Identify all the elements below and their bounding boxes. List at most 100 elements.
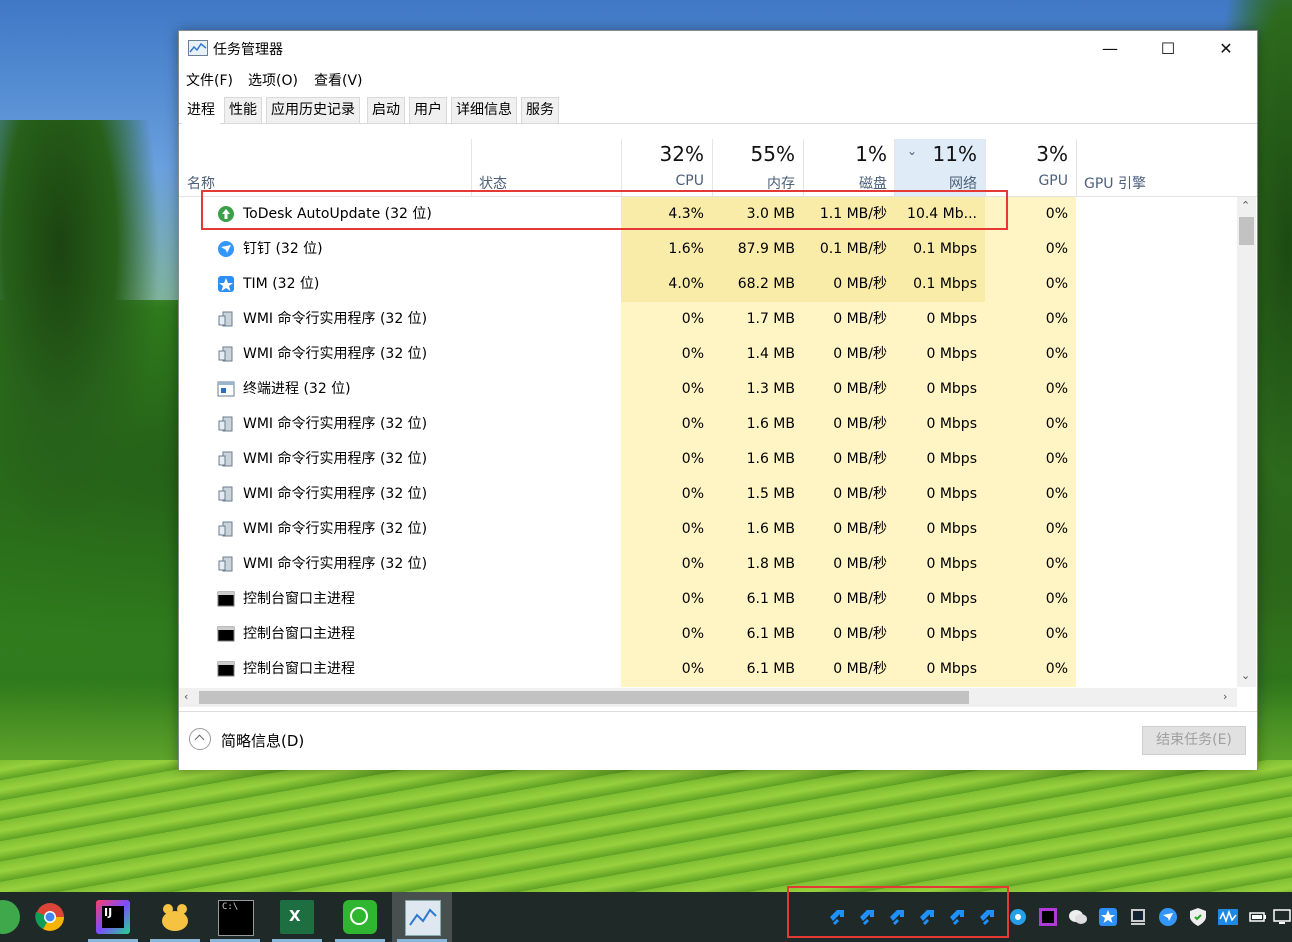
- horizontal-scroll-thumb[interactable]: [199, 691, 969, 704]
- disk-value: 0 MB/秒: [833, 416, 887, 432]
- chat-bubble-icon[interactable]: [1008, 907, 1028, 927]
- network-value: 0 Mbps: [926, 311, 977, 327]
- minimize-button[interactable]: —: [1081, 31, 1139, 65]
- disk-value: 0 MB/秒: [833, 591, 887, 607]
- gpu-total-percent[interactable]: 3%: [991, 142, 1068, 166]
- todesk-tray-icon[interactable]: [887, 907, 907, 927]
- brief-info-link[interactable]: 简略信息(D): [221, 730, 304, 751]
- gpu-value: 0%: [1045, 591, 1068, 607]
- process-name: WMI 命令行实用程序 (32 位): [243, 451, 428, 467]
- battery-icon[interactable]: [1248, 907, 1268, 927]
- tab-startup[interactable]: 启动: [367, 97, 405, 123]
- excel-icon[interactable]: X: [280, 900, 314, 934]
- todesk-tray-icon[interactable]: [827, 907, 847, 927]
- chrome-icon[interactable]: [33, 900, 67, 934]
- todesk-tray-icon[interactable]: [857, 907, 877, 927]
- table-header: ⌄ 名称 状态 32% CPU 55% 内存 1% 磁盘 11% 网络 3% G…: [179, 139, 1257, 197]
- tab-services[interactable]: 服务: [521, 97, 559, 123]
- security-shield-icon[interactable]: [1188, 907, 1208, 927]
- process-name: WMI 命令行实用程序 (32 位): [243, 346, 428, 362]
- memory-total-percent[interactable]: 55%: [719, 142, 795, 166]
- vertical-scrollbar[interactable]: [1237, 197, 1256, 687]
- dingtalk-icon: [217, 240, 235, 258]
- scroll-left-arrow-icon[interactable]: ‹: [184, 690, 188, 703]
- terminal-process-icon: [217, 380, 235, 398]
- process-name: 控制台窗口主进程: [243, 626, 355, 642]
- cpu-total-percent[interactable]: 32%: [629, 142, 704, 166]
- cpu-value: 0%: [681, 661, 704, 677]
- scroll-right-arrow-icon[interactable]: ›: [1223, 690, 1227, 703]
- table-row[interactable]: TIM (32 位) 4.0% 68.2 MB 0 MB/秒 0.1 Mbps 0%: [179, 267, 1237, 302]
- memory-value: 1.6 MB: [746, 416, 795, 432]
- scroll-up-arrow-icon[interactable]: ⌃: [1241, 199, 1250, 212]
- memory-value: 6.1 MB: [746, 661, 795, 677]
- tab-performance[interactable]: 性能: [224, 97, 262, 123]
- cpu-value: 0%: [681, 591, 704, 607]
- table-row[interactable]: 控制台窗口主进程 0% 6.1 MB 0 MB/秒 0 Mbps 0%: [179, 582, 1237, 617]
- console-icon: [217, 590, 235, 608]
- tab-processes[interactable]: 进程: [182, 97, 220, 124]
- monitor-icon[interactable]: [1128, 907, 1148, 927]
- gpu-value: 0%: [1045, 346, 1068, 362]
- network-total-percent[interactable]: 11%: [899, 142, 977, 166]
- desktop-rice-field: [0, 760, 1292, 900]
- table-row[interactable]: WMI 命令行实用程序 (32 位) 0% 1.5 MB 0 MB/秒 0 Mbps 0%: [179, 477, 1237, 512]
- table-row[interactable]: WMI 命令行实用程序 (32 位) 0% 1.7 MB 0 MB/秒 0 Mbps 0%: [179, 302, 1237, 337]
- baidu-netdisk-icon[interactable]: [158, 900, 192, 934]
- screen-recorder-icon[interactable]: [343, 900, 377, 934]
- memory-value: 1.3 MB: [746, 381, 795, 397]
- green-app-icon[interactable]: [0, 900, 20, 934]
- tab-app-history[interactable]: 应用历史记录: [266, 97, 360, 123]
- console-icon: [217, 625, 235, 643]
- dingtalk-tray-icon[interactable]: [1158, 907, 1178, 927]
- process-name: 控制台窗口主进程: [243, 591, 355, 607]
- column-separator: [985, 139, 986, 196]
- disk-total-percent[interactable]: 1%: [809, 142, 887, 166]
- end-task-button[interactable]: 结束任务(E): [1142, 726, 1246, 755]
- table-row[interactable]: 钉钉 (32 位) 1.6% 87.9 MB 0.1 MB/秒 0.1 Mbps 0%: [179, 232, 1237, 267]
- table-row[interactable]: WMI 命令行实用程序 (32 位) 0% 1.6 MB 0 MB/秒 0 Mbps 0%: [179, 512, 1237, 547]
- close-button[interactable]: ✕: [1197, 31, 1255, 65]
- network-value: 0 Mbps: [926, 416, 977, 432]
- title-bar[interactable]: 任务管理器 — ☐ ✕: [179, 31, 1257, 65]
- column-separator: [1076, 139, 1077, 196]
- tab-users[interactable]: 用户: [409, 97, 447, 123]
- table-row[interactable]: WMI 命令行实用程序 (32 位) 0% 1.8 MB 0 MB/秒 0 Mbps 0%: [179, 547, 1237, 582]
- scroll-down-arrow-icon[interactable]: ⌄: [1241, 669, 1250, 682]
- table-row[interactable]: 控制台窗口主进程 0% 6.1 MB 0 MB/秒 0 Mbps 0%: [179, 617, 1237, 652]
- table-row[interactable]: WMI 命令行实用程序 (32 位) 0% 1.6 MB 0 MB/秒 0 Mbps 0%: [179, 442, 1237, 477]
- task-manager-window: 任务管理器 — ☐ ✕ 文件(F) 选项(O) 查看(V) 进程 性能 应用历史…: [178, 30, 1258, 770]
- process-name: WMI 命令行实用程序 (32 位): [243, 486, 428, 502]
- menu-file[interactable]: 文件(F): [186, 70, 233, 90]
- tim-tray-icon[interactable]: [1098, 907, 1118, 927]
- disk-value: 0 MB/秒: [833, 556, 887, 572]
- memory-value: 1.7 MB: [746, 311, 795, 327]
- maximize-button[interactable]: ☐: [1139, 31, 1197, 65]
- network-monitor-icon[interactable]: [1272, 907, 1292, 927]
- audio-wave-icon[interactable]: [1218, 907, 1238, 927]
- window-title: 任务管理器: [213, 42, 283, 58]
- column-cpu[interactable]: CPU: [629, 173, 704, 189]
- todesk-tray-icon[interactable]: [977, 907, 997, 927]
- terminal-icon[interactable]: C:\: [218, 900, 254, 936]
- table-row[interactable]: WMI 命令行实用程序 (32 位) 0% 1.4 MB 0 MB/秒 0 Mbps 0%: [179, 337, 1237, 372]
- table-row[interactable]: 终端进程 (32 位) 0% 1.3 MB 0 MB/秒 0 Mbps 0%: [179, 372, 1237, 407]
- gpu-value: 0%: [1045, 626, 1068, 642]
- intellij-tray-icon[interactable]: [1038, 907, 1058, 927]
- menu-options[interactable]: 选项(O): [248, 70, 298, 90]
- table-row[interactable]: WMI 命令行实用程序 (32 位) 0% 1.6 MB 0 MB/秒 0 Mbps 0%: [179, 407, 1237, 442]
- wechat-icon[interactable]: [1068, 907, 1088, 927]
- process-name: WMI 命令行实用程序 (32 位): [243, 311, 428, 327]
- tab-details[interactable]: 详细信息: [451, 97, 517, 123]
- vertical-scroll-thumb[interactable]: [1239, 217, 1254, 245]
- todesk-tray-icon[interactable]: [947, 907, 967, 927]
- menu-view[interactable]: 查看(V): [314, 70, 363, 90]
- todesk-tray-icon[interactable]: [917, 907, 937, 927]
- table-row[interactable]: 控制台窗口主进程 0% 6.1 MB 0 MB/秒 0 Mbps 0%: [179, 652, 1237, 687]
- intellij-icon[interactable]: IJ: [96, 900, 130, 934]
- column-gpu-engine[interactable]: GPU 引擎: [1084, 173, 1146, 193]
- task-manager-taskbar-icon[interactable]: [405, 900, 441, 936]
- column-gpu[interactable]: GPU: [991, 173, 1068, 189]
- collapse-chevron-icon[interactable]: [189, 728, 211, 750]
- wmi-icon: [217, 520, 235, 538]
